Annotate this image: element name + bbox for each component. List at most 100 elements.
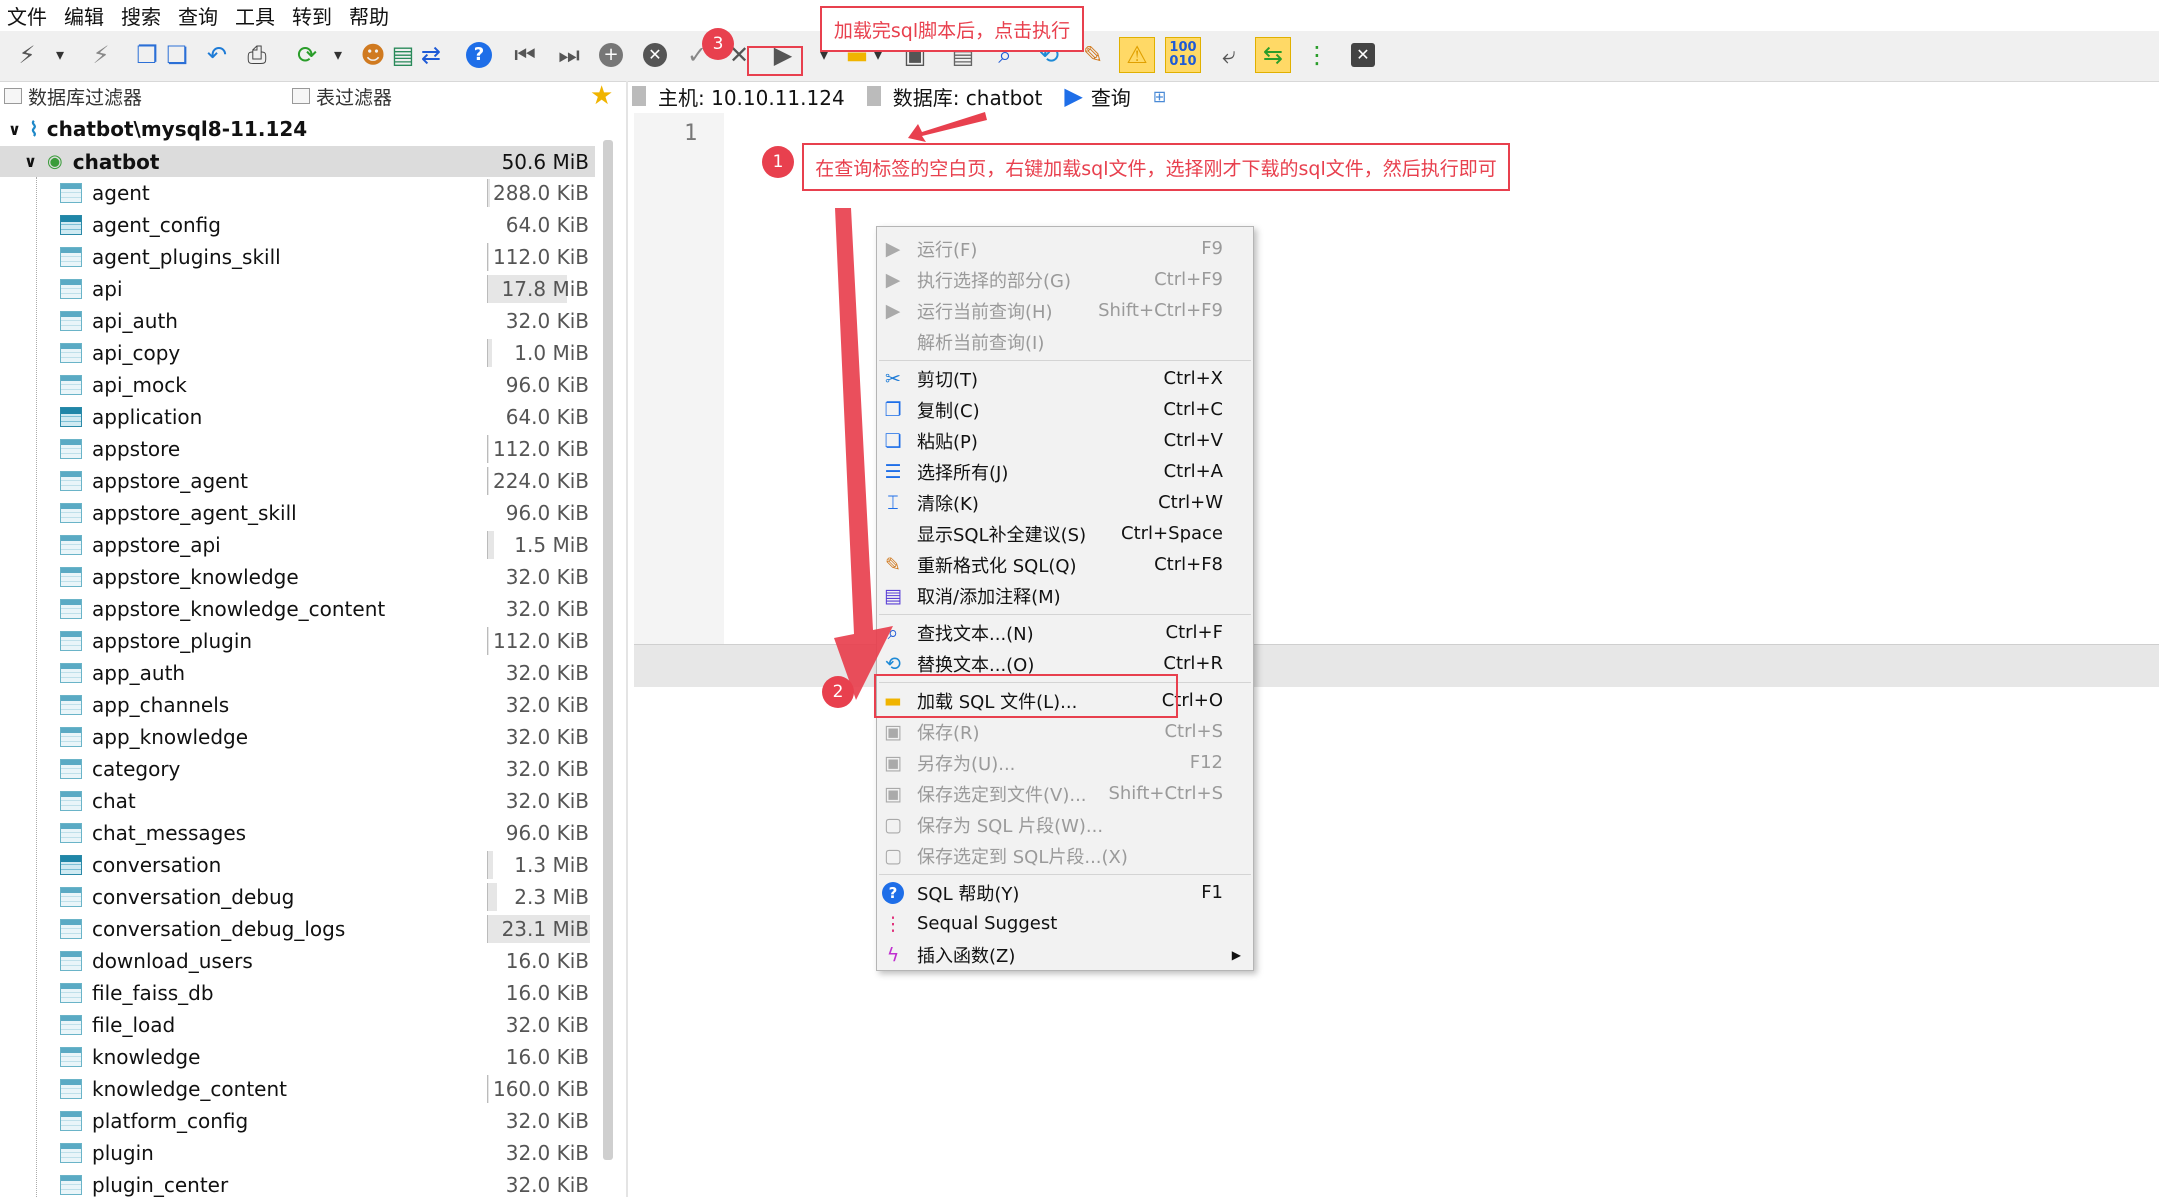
tree-table-row[interactable]: chat 32.0 KiB: [0, 785, 595, 817]
tree-table-row[interactable]: platform_config 32.0 KiB: [0, 1105, 595, 1137]
close-tab-icon[interactable]: ✕: [1346, 38, 1380, 72]
copy-table-icon[interactable]: ❐: [130, 38, 164, 72]
menu-item-3[interactable]: 查询: [178, 1, 218, 30]
tree-table-row[interactable]: knowledge 16.0 KiB: [0, 1041, 595, 1073]
database-filter[interactable]: 数据库过滤器: [4, 83, 142, 109]
table-icon: [60, 791, 82, 811]
warnings-icon[interactable]: ⚠: [1119, 37, 1155, 73]
table-icon: [60, 919, 82, 939]
tree-table-row[interactable]: conversation_debug_logs 23.1 MiB: [0, 913, 595, 945]
help-icon[interactable]: ?: [462, 38, 496, 72]
dropdown-arrow-icon[interactable]: ▾: [52, 38, 68, 72]
first-record-icon[interactable]: ⏮: [508, 38, 542, 72]
context-menu-item[interactable]: ▣ 另存为(U)... F12: [877, 747, 1253, 778]
context-menu-item[interactable]: ⌕ 查找文本...(N) Ctrl+F: [877, 617, 1253, 648]
tree-table-row[interactable]: api_auth 32.0 KiB: [0, 305, 595, 337]
context-menu-item[interactable]: ❏ 粘贴(P) Ctrl+V: [877, 425, 1253, 456]
new-query-tab-icon[interactable]: ⊞: [1153, 87, 1166, 106]
tree-db-chatbot[interactable]: ∨ ◉ chatbot 50.6 MiB: [0, 146, 595, 177]
query-tab[interactable]: ▶ 查询: [1064, 82, 1130, 111]
context-menu-item[interactable]: ✎ 重新格式化 SQL(Q) Ctrl+F8: [877, 549, 1253, 580]
tree-table-row[interactable]: api_copy 1.0 MiB: [0, 337, 595, 369]
table-name: appstore_plugin: [92, 629, 253, 653]
menu-item-4[interactable]: 工具: [235, 1, 275, 30]
menu-item-1[interactable]: 编辑: [64, 1, 104, 30]
delete-record-icon[interactable]: ✕: [638, 38, 672, 72]
dropdown-arrow-icon[interactable]: ▾: [330, 38, 346, 72]
tree-table-row[interactable]: api_mock 96.0 KiB: [0, 369, 595, 401]
tree-table-row[interactable]: appstore_agent_skill 96.0 KiB: [0, 497, 595, 529]
tree-table-row[interactable]: download_users 16.0 KiB: [0, 945, 595, 977]
tree-scrollbar[interactable]: [603, 140, 613, 1160]
context-menu-item[interactable]: ❐ 复制(C) Ctrl+C: [877, 394, 1253, 425]
tree-table-row[interactable]: appstore 112.0 KiB: [0, 433, 595, 465]
context-menu-item[interactable]: ▤ 取消/添加注释(M): [877, 580, 1253, 611]
tree-table-row[interactable]: category 32.0 KiB: [0, 753, 595, 785]
context-menu-item[interactable]: ▣ 保存选定到文件(V)... Shift+Ctrl+S: [877, 778, 1253, 809]
transfer-icon[interactable]: ⇄: [414, 38, 448, 72]
tree-table-row[interactable]: appstore_agent 224.0 KiB: [0, 465, 595, 497]
tree-table-row[interactable]: appstore_knowledge 32.0 KiB: [0, 561, 595, 593]
context-menu-item[interactable]: ▣ 保存(R) Ctrl+S: [877, 716, 1253, 747]
menu-item-6[interactable]: 帮助: [349, 1, 389, 30]
pane-divider[interactable]: [626, 81, 628, 1197]
menu-item-0[interactable]: 文件: [7, 1, 47, 30]
undo-icon[interactable]: ↶: [200, 38, 234, 72]
tree-table-row[interactable]: plugin_center 32.0 KiB: [0, 1169, 595, 1197]
context-menu-item[interactable]: ▢ 保存选定到 SQL片段...(X): [877, 840, 1253, 871]
editor-results-splitter[interactable]: [634, 644, 2159, 688]
tree-table-row[interactable]: conversation 1.3 MiB: [0, 849, 595, 881]
context-menu-item[interactable]: ▶ 运行(F) F9: [877, 233, 1253, 264]
context-menu-item[interactable]: ✂ 剪切(T) Ctrl+X: [877, 363, 1253, 394]
tree-table-row[interactable]: agent_config 64.0 KiB: [0, 209, 595, 241]
chevron-down-icon[interactable]: ∨: [24, 152, 37, 171]
menu-item-2[interactable]: 搜索: [121, 1, 161, 30]
sync-icon[interactable]: ⇆: [1255, 37, 1291, 73]
context-menu-item[interactable]: 解析当前查询(I): [877, 326, 1253, 357]
tree-table-row[interactable]: chat_messages 96.0 KiB: [0, 817, 595, 849]
tree-table-row[interactable]: file_load 32.0 KiB: [0, 1009, 595, 1041]
table-filter[interactable]: 表过滤器: [292, 83, 392, 109]
more-icon[interactable]: ⋮: [1300, 38, 1334, 72]
sql-editor[interactable]: 1: [634, 113, 2159, 644]
context-menu-item[interactable]: ϟ 插入函数(Z) ▶: [877, 939, 1253, 970]
context-menu-item[interactable]: ▶ 执行选择的部分(G) Ctrl+F9: [877, 264, 1253, 295]
favorite-star-icon[interactable]: ★: [590, 81, 613, 111]
binary-icon[interactable]: 100 010: [1165, 37, 1201, 73]
tree-table-row[interactable]: conversation_debug 2.3 MiB: [0, 881, 595, 913]
last-record-icon[interactable]: ⏭: [552, 38, 586, 72]
connect-icon[interactable]: ⚡: [10, 38, 44, 72]
tree-table-row[interactable]: app_auth 32.0 KiB: [0, 657, 595, 689]
refresh-icon[interactable]: ⟳: [290, 38, 324, 72]
tree-table-row[interactable]: appstore_api 1.5 MiB: [0, 529, 595, 561]
context-menu-item[interactable]: ▶ 运行当前查询(H) Shift+Ctrl+F9: [877, 295, 1253, 326]
tree-table-row[interactable]: api 17.8 MiB: [0, 273, 595, 305]
context-menu-item[interactable]: 显示SQL补全建议(S) Ctrl+Space: [877, 518, 1253, 549]
database-tab[interactable]: 数据库: chatbot: [866, 82, 1042, 111]
print-icon[interactable]: ⎙: [240, 38, 274, 72]
host-tab[interactable]: 主机: 10.10.11.124: [632, 82, 845, 111]
tree-table-row[interactable]: agent 288.0 KiB: [0, 177, 595, 209]
context-menu-item[interactable]: ☰ 选择所有(J) Ctrl+A: [877, 456, 1253, 487]
tree-table-row[interactable]: knowledge_content 160.0 KiB: [0, 1073, 595, 1105]
menu-item-5[interactable]: 转到: [292, 1, 332, 30]
tree-root-connection[interactable]: ∨ ⌇ chatbot\mysql8-11.124: [0, 112, 307, 146]
wordwrap-icon[interactable]: ⤶: [1212, 38, 1246, 72]
tree-table-row[interactable]: app_channels 32.0 KiB: [0, 689, 595, 721]
chevron-down-icon[interactable]: ∨: [8, 120, 21, 139]
context-menu-item[interactable]: ▢ 保存为 SQL 片段(W)...: [877, 809, 1253, 840]
context-menu-item[interactable]: ⌶ 清除(K) Ctrl+W: [877, 487, 1253, 518]
tree-table-row[interactable]: application 64.0 KiB: [0, 401, 595, 433]
tree-table-row[interactable]: plugin 32.0 KiB: [0, 1137, 595, 1169]
tree-table-row[interactable]: appstore_knowledge_content 32.0 KiB: [0, 593, 595, 625]
context-menu-item[interactable]: ? SQL 帮助(Y) F1: [877, 877, 1253, 908]
paste-table-icon[interactable]: ❏: [160, 38, 194, 72]
context-menu-item[interactable]: ⋮ Sequal Suggest: [877, 908, 1253, 939]
tree-table-row[interactable]: appstore_plugin 112.0 KiB: [0, 625, 595, 657]
tree-table-row[interactable]: file_faiss_db 16.0 KiB: [0, 977, 595, 1009]
disconnect-icon[interactable]: ⚡: [84, 38, 118, 72]
tree-table-row[interactable]: app_knowledge 32.0 KiB: [0, 721, 595, 753]
tree-table-row[interactable]: agent_plugins_skill 112.0 KiB: [0, 241, 595, 273]
user-manager-icon[interactable]: ☻: [356, 38, 390, 72]
add-record-icon[interactable]: +: [594, 38, 628, 72]
